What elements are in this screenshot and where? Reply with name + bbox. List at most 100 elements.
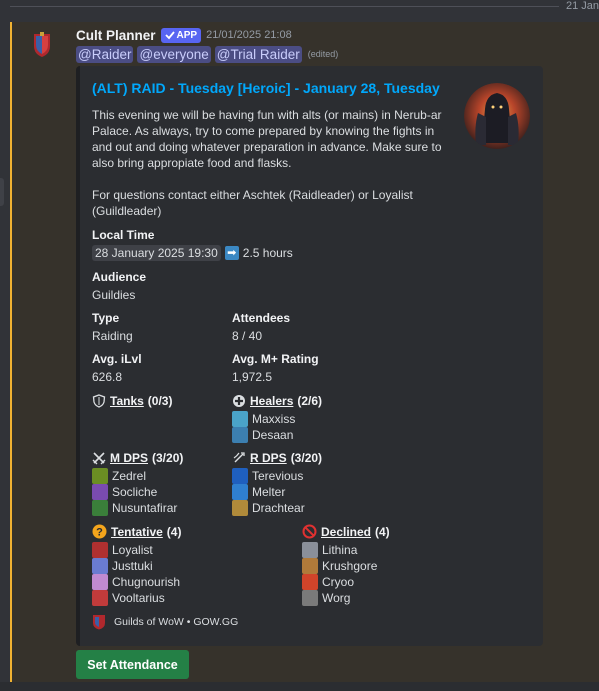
list-item: Loyalist — [92, 542, 180, 558]
cross-icon — [233, 395, 245, 407]
member-name: Socliche — [112, 485, 158, 499]
message-header: Cult Planner APP 21/01/2025 21:08 — [76, 26, 292, 44]
member-name: Justtuki — [112, 559, 153, 573]
audience-label: Audience — [92, 270, 147, 284]
author-name[interactable]: Cult Planner — [76, 28, 156, 43]
audience-value: Guildies — [92, 288, 136, 302]
list-item: Worg — [302, 590, 377, 606]
timestamp[interactable]: 21/01/2025 21:08 — [206, 29, 292, 41]
no-entry-icon — [302, 524, 317, 539]
raid-art-image — [464, 83, 530, 149]
mage-class-icon — [232, 468, 248, 484]
healers-label[interactable]: Healers — [250, 394, 293, 408]
declined-field: Declined (4) — [302, 524, 390, 539]
member-name: Terevious — [252, 469, 304, 483]
ilvl-value: 626.8 — [92, 370, 123, 384]
tanks-label[interactable]: Tanks — [110, 394, 144, 408]
date-divider: 21 Jan — [0, 0, 599, 22]
mention-raider[interactable]: @Raider — [76, 45, 134, 63]
local-time-value: 28 January 2025 19:30 ➡ 2.5 hours — [92, 245, 293, 261]
embed-thumbnail[interactable] — [464, 83, 530, 149]
tentative-count: (4) — [166, 524, 182, 539]
member-name: Nusuntafirar — [112, 501, 178, 515]
check-icon — [164, 31, 175, 40]
member-name: Krushgore — [322, 559, 378, 573]
shaman-class-icon — [232, 427, 248, 443]
member-name: Desaan — [252, 428, 294, 442]
local-time-label: Local Time — [92, 228, 155, 242]
mage-class-icon — [232, 484, 248, 500]
member-name: Melter — [252, 485, 286, 499]
type-label: Type — [92, 311, 120, 325]
mdps-label[interactable]: M DPS — [110, 451, 148, 465]
event-embed: (ALT) RAID - Tuesday [Heroic] - January … — [76, 66, 543, 646]
declined-label[interactable]: Declined — [321, 525, 371, 539]
mdps-count: (3/20) — [152, 451, 184, 465]
druid-class-icon — [92, 468, 108, 484]
local-time-date[interactable]: 28 January 2025 19:30 — [92, 245, 221, 261]
declined-list: Lithina Krushgore Cryoo Worg — [302, 542, 377, 606]
sidebar-edge — [0, 178, 4, 206]
tanks-count: (0/3) — [147, 394, 173, 408]
mdps-list: Zedrel Socliche Nusuntafirar — [92, 468, 177, 516]
warrior-class-icon — [302, 542, 318, 558]
question-icon: ? — [92, 524, 107, 539]
app-badge: APP — [160, 27, 202, 43]
list-item: Zedrel — [92, 468, 177, 484]
divider-line — [10, 6, 559, 7]
tentative-list: Loyalist Justtuki Chugnourish Vooltarius — [92, 542, 180, 606]
list-item: Socliche — [92, 484, 177, 500]
svg-text:?: ? — [96, 527, 103, 539]
arrow-right-icon: ➡ — [224, 246, 239, 260]
embed-title[interactable]: (ALT) RAID - Tuesday [Heroic] - January … — [92, 80, 440, 96]
priest-class-icon — [232, 411, 248, 427]
rdps-field: R DPS (3/20) — [232, 451, 322, 465]
death-knight-class-icon — [92, 590, 108, 606]
set-attendance-button[interactable]: Set Attendance — [76, 650, 189, 679]
member-name: Chugnourish — [112, 575, 181, 589]
list-item: Cryoo — [302, 574, 377, 590]
rdps-label[interactable]: R DPS — [250, 451, 287, 465]
priest-class-icon — [92, 574, 108, 590]
rdps-count: (3/20) — [290, 451, 323, 465]
mdps-field: M DPS (3/20) — [92, 451, 183, 465]
healers-list: Maxxiss Desaan — [232, 411, 295, 443]
bot-avatar-shield-icon[interactable] — [32, 32, 52, 58]
healers-field: Healers (2/6) — [232, 394, 322, 408]
bottom-edge — [0, 682, 599, 691]
list-item: Justtuki — [92, 558, 180, 574]
tanks-field: Tanks (0/3) — [92, 394, 172, 408]
declined-count: (4) — [375, 524, 390, 539]
list-item: Drachtear — [232, 500, 305, 516]
embed-description: This evening we will be having fun with … — [92, 108, 442, 218]
duration: 2.5 hours — [242, 246, 293, 260]
attendees-label: Attendees — [232, 311, 291, 325]
crossed-swords-icon — [92, 452, 106, 465]
priest-class-icon — [92, 558, 108, 574]
mention-everyone[interactable]: @everyone — [137, 45, 211, 63]
list-item: Lithina — [302, 542, 377, 558]
monk-class-icon — [92, 500, 108, 516]
mention-trial-raider[interactable]: @Trial Raider — [214, 45, 302, 63]
member-name: Loyalist — [112, 543, 153, 557]
evoker-class-icon — [232, 500, 248, 516]
bow-icon — [233, 452, 245, 463]
app-badge-label: APP — [176, 29, 198, 41]
member-name: Maxxiss — [252, 412, 296, 426]
member-name: Cryoo — [322, 575, 355, 589]
tentative-label[interactable]: Tentative — [111, 525, 163, 539]
healers-count: (2/6) — [297, 394, 323, 408]
edited-label: (edited) — [307, 49, 339, 59]
divider-date: 21 Jan — [559, 0, 599, 12]
list-item: Vooltarius — [92, 590, 180, 606]
member-name: Drachtear — [252, 501, 305, 515]
member-name: Vooltarius — [112, 591, 165, 605]
embed-footer: Guilds of WoW • GOW.GG — [92, 614, 238, 630]
mention-highlight-bar — [10, 22, 12, 682]
list-item: Chugnourish — [92, 574, 180, 590]
list-item: Nusuntafirar — [92, 500, 177, 516]
warrior-class-icon — [302, 558, 318, 574]
list-item: Maxxiss — [232, 411, 295, 427]
mplus-label: Avg. M+ Rating — [232, 352, 319, 366]
hunter-class-icon — [302, 590, 318, 606]
